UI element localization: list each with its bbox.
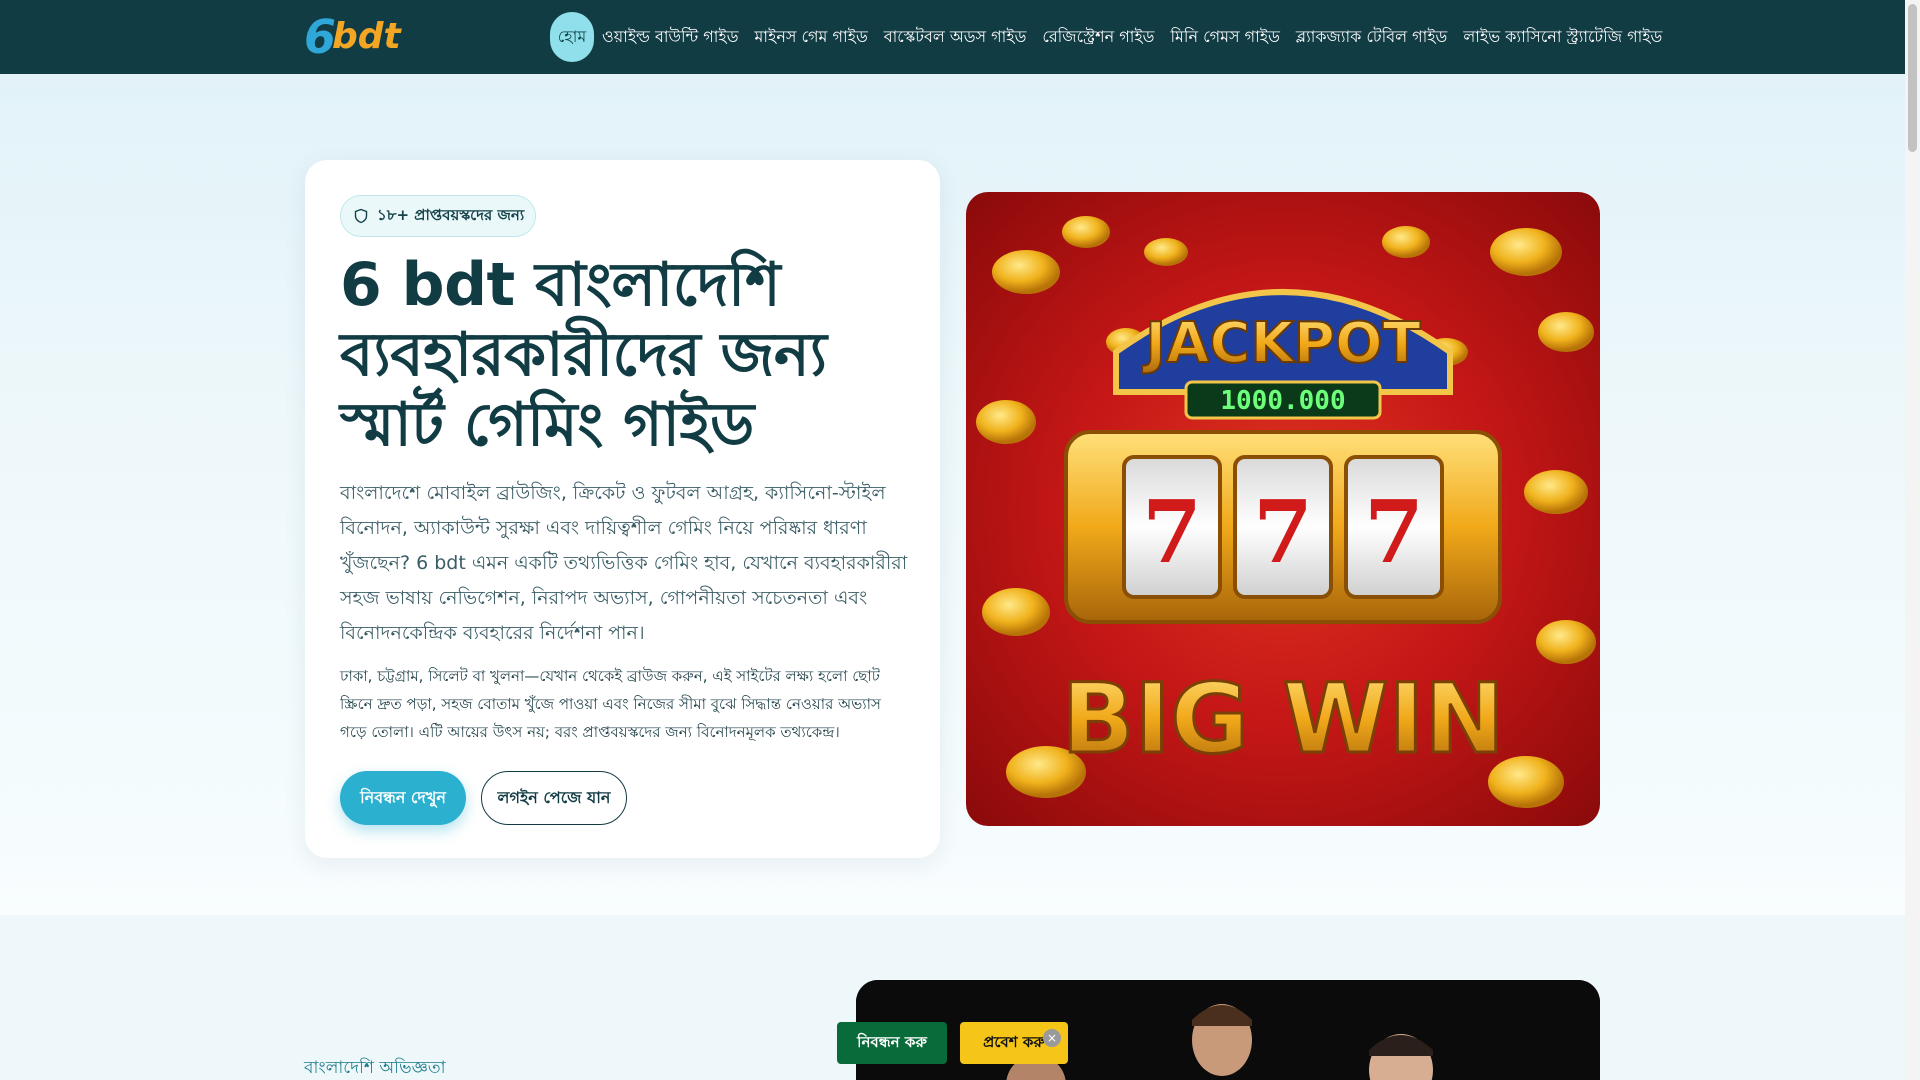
nav-item-wild-bounty[interactable]: ওয়াইল্ড বাউন্টি গাইড: [594, 12, 747, 62]
reel-2: 7: [1253, 482, 1313, 583]
scrollbar-thumb[interactable]: [1908, 4, 1917, 152]
nav-item-home[interactable]: হোম: [550, 12, 594, 62]
age-badge: ১৮+ প্রাপ্তবয়স্কদের জন্য: [340, 195, 536, 237]
age-badge-label: ১৮+ প্রাপ্তবয়স্কদের জন্য: [377, 205, 525, 224]
nav-item-live-casino[interactable]: লাইভ ক্যাসিনো স্ট্র্যাটেজি গাইড: [1455, 12, 1670, 62]
nav-item-blackjack[interactable]: ব্ল্যাকজ্যাক টেবিল গাইড: [1288, 12, 1455, 62]
section-label-bangladeshi-experience: বাংলাদেশি অভিজ্ঞতা: [304, 1058, 446, 1078]
slot-machine-illustration: JACKPOT 1000.000 7 7 7 BIG WIN: [976, 216, 1596, 808]
hero-title: 6 bdt বাংলাদেশি ব্যবহারকারীদের জন্য স্মা…: [340, 250, 827, 460]
view-registration-button[interactable]: নিবন্ধন দেখুন: [340, 771, 466, 825]
close-icon[interactable]: ×: [1043, 1029, 1061, 1047]
jackpot-word: JACKPOT: [1141, 311, 1421, 376]
page-scrollbar[interactable]: [1905, 0, 1920, 1080]
reel-3: 7: [1364, 482, 1424, 583]
site-logo[interactable]: 6 bdt: [304, 12, 424, 62]
hero-note: ঢাকা, চট্টগ্রাম, সিলেট বা খুলনা—যেখান থে…: [340, 667, 881, 741]
big-win-text: BIG WIN: [1061, 663, 1504, 775]
nav-item-registration[interactable]: রেজিস্ট্রেশন গাইড: [1034, 12, 1162, 62]
nav-item-mines[interactable]: মাইনস গেম গাইড: [747, 12, 876, 62]
jackpot-slot-image: JACKPOT 1000.000 7 7 7 BIG WIN: [966, 192, 1600, 826]
hero-lead: বাংলাদেশে মোবাইল ব্রাউজিং, ক্রিকেট ও ফুট…: [340, 482, 908, 644]
nav-item-basketball-odds[interactable]: বাস্কেটবল অডস গাইড: [876, 12, 1035, 62]
top-navbar: 6 bdt হোম ওয়াইল্ড বাউন্টি গাইড মাইনস গে…: [0, 0, 1905, 74]
shield-icon: [354, 208, 368, 224]
jackpot-value: 1000.000: [1220, 386, 1345, 416]
hero-card: ১৮+ প্রাপ্তবয়স্কদের জন্য 6 bdt বাংলাদেশ…: [305, 160, 940, 858]
logo-bdt: bdt: [332, 16, 401, 57]
sticky-register-button[interactable]: নিবন্ধন করু: [837, 1022, 947, 1064]
nav-item-mini-games[interactable]: মিনি গেমস গাইড: [1162, 12, 1287, 62]
main-nav: হোম ওয়াইল্ড বাউন্টি গাইড মাইনস গেম গাইড…: [550, 12, 1670, 62]
reel-1: 7: [1142, 482, 1202, 583]
go-login-button[interactable]: লগইন পেজে যান: [481, 771, 627, 825]
